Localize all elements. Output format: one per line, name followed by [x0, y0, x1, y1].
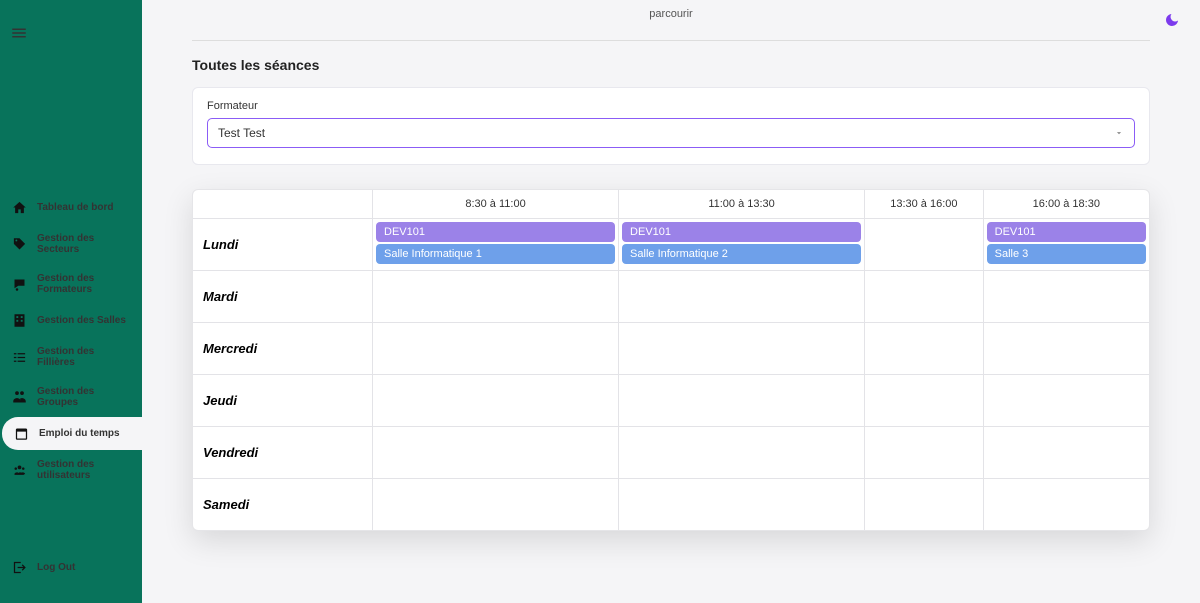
slot-cell[interactable]: DEV101 Salle Informatique 2: [619, 219, 865, 270]
slot-cell[interactable]: [984, 427, 1149, 478]
top-area: parcourir: [192, 0, 1150, 40]
slot-cell[interactable]: [619, 323, 865, 374]
day-slots: [373, 427, 1149, 478]
formateur-value: Test Test: [218, 126, 265, 140]
sidebar-item-trainers[interactable]: Gestion des Formateurs: [0, 264, 142, 304]
course-pill: DEV101: [987, 222, 1146, 242]
theme-toggle[interactable]: [1164, 12, 1180, 33]
corner-cell: [193, 190, 373, 218]
slot-cell[interactable]: [619, 427, 865, 478]
nav: Tableau de bord Gestion des Secteurs Ges…: [0, 71, 142, 548]
schedule-row-samedi: Samedi: [193, 479, 1149, 530]
hamburger-menu[interactable]: [0, 0, 142, 71]
slot-cell[interactable]: DEV101 Salle 3: [984, 219, 1149, 270]
sidebar-item-sectors[interactable]: Gestion des Secteurs: [0, 224, 142, 264]
sidebar-item-users[interactable]: Gestion des utilisateurs: [0, 450, 142, 490]
calendar-icon: [14, 426, 29, 441]
sidebar-item-label: Gestion des Secteurs: [37, 233, 130, 255]
sidebar-item-label: Gestion des Salles: [37, 315, 126, 326]
main-content: parcourir Toutes les séances Formateur T…: [142, 0, 1200, 603]
slot-cell[interactable]: [373, 271, 619, 322]
filter-card: Formateur Test Test: [192, 87, 1150, 165]
schedule-row-vendredi: Vendredi: [193, 427, 1149, 479]
section-title: Toutes les séances: [192, 57, 1150, 73]
schedule-row-mercredi: Mercredi: [193, 323, 1149, 375]
course-pill: DEV101: [622, 222, 861, 242]
building-icon: [12, 313, 27, 328]
sidebar: Tableau de bord Gestion des Secteurs Ges…: [0, 0, 142, 603]
parcourir-link[interactable]: parcourir: [192, 8, 1150, 20]
time-header: 13:30 à 16:00: [865, 190, 984, 218]
slot-cell[interactable]: [373, 375, 619, 426]
day-label: Mercredi: [193, 323, 373, 374]
sidebar-item-timetable[interactable]: Emploi du temps: [2, 417, 142, 450]
slot-cell[interactable]: [865, 219, 984, 270]
sidebar-item-label: Gestion des utilisateurs: [37, 459, 130, 481]
sidebar-item-label: Emploi du temps: [39, 428, 120, 439]
sidebar-item-groups[interactable]: Gestion des Groupes: [0, 377, 142, 417]
time-headers: 8:30 à 11:00 11:00 à 13:30 13:30 à 16:00…: [373, 190, 1149, 218]
slot-cell[interactable]: [984, 479, 1149, 530]
slot-cell[interactable]: [373, 323, 619, 374]
slot-cell[interactable]: [865, 427, 984, 478]
day-slots: [373, 479, 1149, 530]
slot-cell[interactable]: [865, 323, 984, 374]
slot-cell[interactable]: [865, 375, 984, 426]
course-pill: DEV101: [376, 222, 615, 242]
hamburger-icon: [10, 24, 28, 42]
schedule-row-jeudi: Jeudi: [193, 375, 1149, 427]
sidebar-item-label: Gestion des Fillières: [37, 346, 130, 368]
day-slots: [373, 323, 1149, 374]
schedule-row-lundi: Lundi DEV101 Salle Informatique 1 DEV101…: [193, 219, 1149, 271]
time-header: 11:00 à 13:30: [619, 190, 865, 218]
chevron-down-icon: [1114, 128, 1124, 138]
schedule-table: 8:30 à 11:00 11:00 à 13:30 13:30 à 16:00…: [192, 189, 1150, 531]
day-slots: [373, 271, 1149, 322]
day-label: Lundi: [193, 219, 373, 270]
sidebar-item-label: Tableau de bord: [37, 202, 114, 213]
time-header: 16:00 à 18:30: [984, 190, 1149, 218]
slot-cell[interactable]: [373, 479, 619, 530]
time-header: 8:30 à 11:00: [373, 190, 619, 218]
day-label: Jeudi: [193, 375, 373, 426]
slot-cell[interactable]: [373, 427, 619, 478]
day-label: Samedi: [193, 479, 373, 530]
slot-cell[interactable]: [865, 479, 984, 530]
tag-icon: [12, 237, 27, 252]
day-label: Mardi: [193, 271, 373, 322]
sidebar-item-label: Gestion des Groupes: [37, 386, 130, 408]
group-icon: [12, 390, 27, 405]
sidebar-item-filieres[interactable]: Gestion des Fillières: [0, 337, 142, 377]
formateur-label: Formateur: [207, 100, 1135, 112]
slot-cell[interactable]: DEV101 Salle Informatique 1: [373, 219, 619, 270]
logout-label: Log Out: [37, 562, 75, 573]
slot-cell[interactable]: [984, 271, 1149, 322]
slot-cell[interactable]: [984, 323, 1149, 374]
formateur-select[interactable]: Test Test: [207, 118, 1135, 148]
home-icon: [12, 200, 27, 215]
day-slots: [373, 375, 1149, 426]
sidebar-item-rooms[interactable]: Gestion des Salles: [0, 304, 142, 337]
slot-cell[interactable]: [619, 479, 865, 530]
schedule-header-row: 8:30 à 11:00 11:00 à 13:30 13:30 à 16:00…: [193, 190, 1149, 219]
day-label: Vendredi: [193, 427, 373, 478]
users-icon: [12, 463, 27, 478]
room-pill: Salle 3: [987, 244, 1146, 264]
day-slots: DEV101 Salle Informatique 1 DEV101 Salle…: [373, 219, 1149, 270]
room-pill: Salle Informatique 1: [376, 244, 615, 264]
list-icon: [12, 350, 27, 365]
slot-cell[interactable]: [619, 375, 865, 426]
sidebar-item-dashboard[interactable]: Tableau de bord: [0, 191, 142, 224]
schedule-row-mardi: Mardi: [193, 271, 1149, 323]
teacher-icon: [12, 277, 27, 292]
moon-icon: [1164, 12, 1180, 28]
slot-cell[interactable]: [865, 271, 984, 322]
logout-button[interactable]: Log Out: [0, 548, 142, 603]
sidebar-item-label: Gestion des Formateurs: [37, 273, 130, 295]
room-pill: Salle Informatique 2: [622, 244, 861, 264]
divider: [192, 40, 1150, 41]
logout-icon: [12, 560, 27, 575]
slot-cell[interactable]: [984, 375, 1149, 426]
slot-cell[interactable]: [619, 271, 865, 322]
